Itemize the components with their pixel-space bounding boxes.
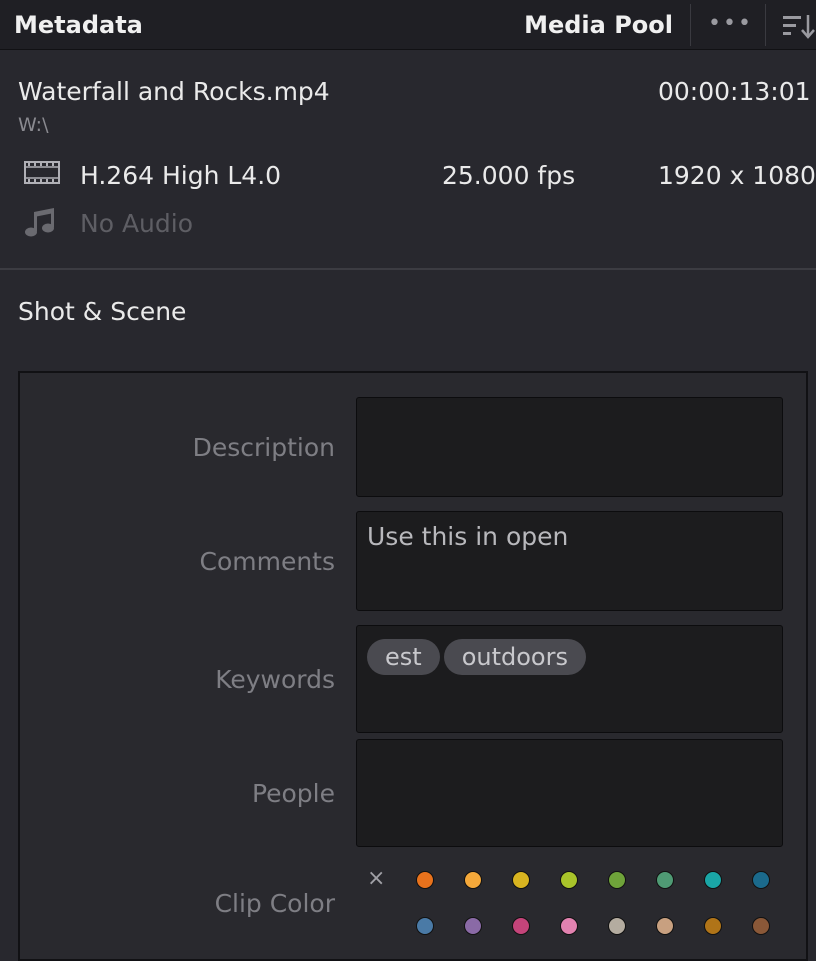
clip-color-swatch[interactable] bbox=[416, 871, 434, 889]
clip-color-swatch[interactable] bbox=[512, 871, 530, 889]
clip-color-swatch[interactable] bbox=[512, 917, 530, 935]
clip-color-swatch[interactable] bbox=[464, 917, 482, 935]
clip-color-swatch[interactable] bbox=[560, 917, 578, 935]
people-field[interactable] bbox=[356, 739, 783, 847]
comments-value: Use this in open bbox=[367, 522, 569, 551]
keywords-field[interactable]: est outdoors bbox=[356, 625, 783, 733]
more-options-button[interactable]: ••• bbox=[708, 11, 753, 36]
clip-color-swatch[interactable] bbox=[464, 871, 482, 889]
clear-color-button[interactable]: × bbox=[367, 866, 385, 891]
header-bar: Metadata Media Pool ••• bbox=[0, 0, 816, 50]
shot-scene-fields: Description Comments Use this in open Ke… bbox=[18, 371, 808, 961]
description-field[interactable] bbox=[356, 397, 783, 497]
clip-color-swatch[interactable] bbox=[704, 917, 722, 935]
clip-color-swatch[interactable] bbox=[704, 871, 722, 889]
audio-status: No Audio bbox=[80, 209, 194, 238]
film-icon bbox=[24, 161, 60, 184]
clip-color-label: Clip Color bbox=[214, 889, 335, 918]
section-title[interactable]: Shot & Scene bbox=[18, 297, 186, 326]
clip-color-swatch[interactable] bbox=[608, 917, 626, 935]
clip-color-swatch[interactable] bbox=[656, 871, 674, 889]
video-codec: H.264 High L4.0 bbox=[80, 161, 282, 190]
panel-title: Metadata bbox=[14, 11, 143, 39]
sort-icon[interactable] bbox=[783, 14, 816, 40]
comments-field[interactable]: Use this in open bbox=[356, 511, 783, 611]
frame-rate: 25.000 fps bbox=[442, 161, 576, 190]
people-label: People bbox=[251, 779, 335, 808]
keyword-tag[interactable]: outdoors bbox=[443, 639, 586, 675]
section-divider bbox=[0, 268, 816, 270]
clip-color-swatch[interactable] bbox=[752, 871, 770, 889]
music-note-icon bbox=[25, 208, 54, 237]
media-pool-button[interactable]: Media Pool bbox=[524, 11, 673, 39]
keyword-tag[interactable]: est bbox=[367, 639, 440, 675]
resolution: 1920 x 1080 bbox=[658, 161, 816, 190]
keywords-label: Keywords bbox=[215, 665, 335, 694]
header-separator bbox=[765, 4, 766, 46]
description-label: Description bbox=[192, 433, 335, 462]
clip-name: Waterfall and Rocks.mp4 bbox=[18, 77, 330, 106]
clip-color-swatch[interactable] bbox=[608, 871, 626, 889]
header-separator bbox=[690, 4, 691, 46]
clip-color-swatch[interactable] bbox=[560, 871, 578, 889]
clip-duration: 00:00:13:01 bbox=[658, 77, 811, 106]
clip-color-swatch[interactable] bbox=[656, 917, 674, 935]
clip-color-swatch[interactable] bbox=[752, 917, 770, 935]
comments-label: Comments bbox=[199, 547, 335, 576]
clip-color-swatch[interactable] bbox=[416, 917, 434, 935]
clip-path: W:\ bbox=[18, 114, 49, 136]
